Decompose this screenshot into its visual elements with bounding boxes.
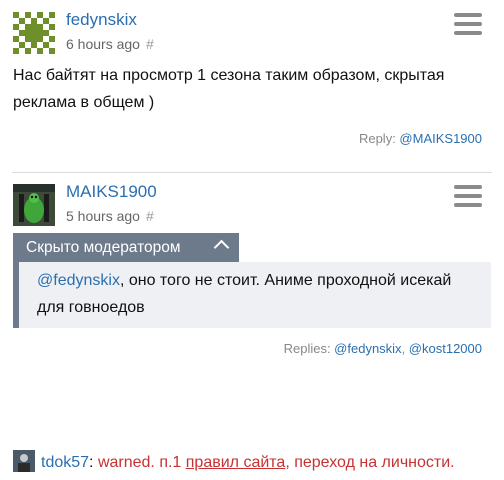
reply-line: Reply: @MAIKS1900 [359,131,482,146]
hidden-label: Скрыто модератором [26,239,181,256]
author-link[interactable]: MAIKS1900 [66,182,157,202]
replies-prefix: Replies: [283,341,335,356]
timestamp: 5 hours ago # [66,208,154,224]
replies-line: Replies: @fedynskix, @kost12000 [284,341,482,356]
comment-text: Нас байтят на просмотр 1 сезона таким об… [13,67,445,111]
avatar-tdok57[interactable] [13,450,35,472]
avatar-maiks1900[interactable] [13,184,55,226]
mention-link[interactable]: @fedynskix [37,272,120,289]
comment-maiks1900: MAIKS1900 5 hours ago # Скрыто модераторо… [0,172,504,372]
moderation-warning: tdok57: warned. п.1 правил сайта, перехо… [13,450,455,472]
rules-link[interactable]: правил сайта [186,454,286,471]
reply-user-link-1[interactable]: @fedynskix [334,341,401,356]
permalink-hash[interactable]: # [146,208,154,224]
avatar-fedynskix[interactable] [13,12,55,54]
permalink-hash[interactable]: # [146,36,154,52]
chevron-up-icon [213,239,230,256]
hamburger-menu-icon[interactable] [454,13,482,35]
warned-user-link[interactable]: tdok57 [41,454,89,471]
time-text: 6 hours ago [66,36,140,52]
author-link[interactable]: fedynskix [66,10,137,30]
reply-prefix: Reply: [358,131,400,146]
replies-sep: , [401,341,409,356]
reply-user-link-2[interactable]: @kost12000 [409,341,482,356]
hamburger-menu-icon[interactable] [454,185,482,207]
hidden-comment-text: @fedynskix, оно того не стоит. Аниме про… [13,262,491,328]
moderator-hidden-toggle[interactable]: Скрыто модератором [13,233,239,262]
warning-prefix: warned. п.1 [93,454,186,471]
comment-fedynskix: fedynskix 6 hours ago # Нас байтят на про… [0,0,504,165]
time-text: 5 hours ago [66,208,140,224]
reply-user-link[interactable]: @MAIKS1900 [399,131,482,146]
timestamp: 6 hours ago # [66,36,154,52]
warning-suffix: , переход на личности. [285,454,455,471]
